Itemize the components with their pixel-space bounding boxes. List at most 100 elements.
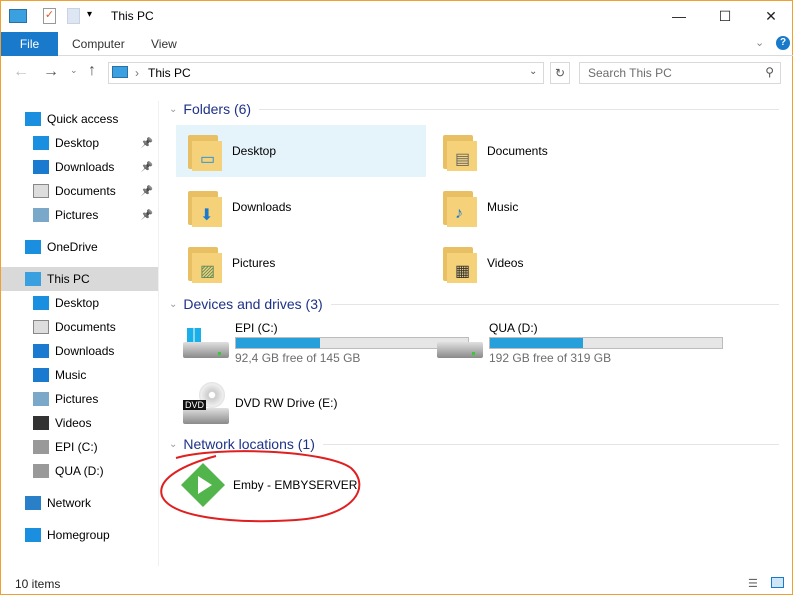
star-icon bbox=[25, 112, 41, 126]
desktop-icon bbox=[33, 136, 49, 150]
desktop-icon bbox=[33, 296, 49, 310]
sidebar-item[interactable]: This PC bbox=[1, 267, 158, 291]
breadcrumb-separator-icon: › bbox=[135, 66, 139, 80]
pin-icon[interactable]: 📌 bbox=[141, 186, 153, 197]
folder-tile[interactable]: ▨ Pictures bbox=[176, 237, 426, 289]
folder-tile[interactable]: ▦ Videos bbox=[431, 237, 681, 289]
address-bar[interactable]: › This PC ⌄ bbox=[108, 62, 544, 84]
up-button[interactable]: ↑ bbox=[88, 62, 96, 80]
drive-name: DVD RW Drive (E:) bbox=[235, 396, 338, 410]
cloud-icon bbox=[25, 240, 41, 254]
chevron-down-icon: ⌄ bbox=[169, 103, 178, 115]
close-button[interactable]: ✕ bbox=[748, 1, 793, 31]
sidebar-item[interactable]: Desktop bbox=[1, 291, 158, 315]
computer-icon bbox=[9, 9, 27, 23]
breadcrumb-this-pc[interactable]: This PC bbox=[148, 66, 191, 80]
tab-computer[interactable]: Computer bbox=[58, 32, 139, 56]
sidebar-item[interactable]: Downloads bbox=[1, 339, 158, 363]
network-icon bbox=[25, 496, 41, 510]
search-input[interactable]: Search This PC ⚲ bbox=[579, 62, 781, 84]
sidebar-item[interactable]: QUA (D:) bbox=[1, 459, 158, 483]
details-view-icon[interactable]: ☰ bbox=[748, 577, 758, 590]
sidebar-item-label: Network bbox=[47, 496, 92, 510]
drive-d[interactable]: QUA (D:) 192 GB free of 319 GB bbox=[431, 321, 723, 365]
maximize-button[interactable]: ☐ bbox=[702, 1, 748, 31]
folder-tile[interactable]: ⬇ Downloads bbox=[176, 181, 426, 233]
homegroup-icon bbox=[25, 528, 41, 542]
folder-tile[interactable]: ▭ Desktop bbox=[176, 125, 426, 177]
folder-tile[interactable]: ♪ Music bbox=[431, 181, 681, 233]
title-bar: ✓ ▾ This PC — ☐ ✕ bbox=[1, 1, 793, 32]
sidebar-item-label: Desktop bbox=[55, 296, 100, 310]
group-header-folders[interactable]: ⌄ Folders (6) bbox=[169, 101, 779, 117]
sidebar-item-label: EPI (C:) bbox=[55, 440, 98, 454]
sidebar-item[interactable]: Desktop 📌 bbox=[1, 131, 158, 155]
refresh-button[interactable]: ↻ bbox=[550, 62, 570, 84]
sidebar-item-label: Desktop bbox=[55, 136, 100, 150]
sidebar-item-label: Pictures bbox=[55, 208, 99, 222]
pin-icon[interactable]: 📌 bbox=[141, 138, 153, 149]
sidebar-item[interactable]: OneDrive bbox=[1, 235, 158, 259]
search-placeholder: Search This PC bbox=[588, 66, 672, 80]
sidebar-item[interactable]: Documents 📌 bbox=[1, 179, 158, 203]
help-icon[interactable]: ? bbox=[776, 36, 790, 50]
folder-desktop-icon: ▭ bbox=[186, 131, 224, 171]
group-title: Folders (6) bbox=[183, 101, 252, 117]
chevron-down-icon: ⌄ bbox=[169, 298, 178, 310]
video-icon bbox=[33, 416, 49, 430]
sidebar-item[interactable]: Downloads 📌 bbox=[1, 155, 158, 179]
customize-toolbar-icon[interactable]: ▾ bbox=[87, 9, 92, 20]
search-icon[interactable]: ⚲ bbox=[765, 65, 774, 79]
sidebar-item-label: Downloads bbox=[55, 160, 115, 174]
drive-c[interactable]: EPI (C:) 92,4 GB free of 145 GB bbox=[177, 321, 469, 365]
sidebar-item[interactable]: Quick access bbox=[1, 107, 158, 131]
sidebar-item[interactable]: EPI (C:) bbox=[1, 435, 158, 459]
status-item-count: 10 items bbox=[15, 577, 61, 591]
dvd-drive-icon: DVD bbox=[183, 382, 229, 424]
recent-locations-icon[interactable]: ⌄ bbox=[70, 65, 78, 76]
address-dropdown-icon[interactable]: ⌄ bbox=[529, 66, 537, 77]
expand-ribbon-icon[interactable]: ⌄ bbox=[755, 36, 764, 49]
folder-tile[interactable]: ▤ Documents bbox=[431, 125, 681, 177]
sidebar-item-label: Documents bbox=[55, 320, 116, 334]
window-title: This PC bbox=[111, 9, 154, 23]
properties-icon[interactable]: ✓ bbox=[43, 8, 56, 24]
drive-usage-bar bbox=[489, 337, 723, 349]
sidebar-item[interactable]: Homegroup bbox=[1, 523, 158, 547]
sidebar-item-label: Downloads bbox=[55, 344, 115, 358]
folder-video-icon: ▦ bbox=[441, 243, 479, 283]
navigation-pane: Quick access Desktop 📌 Downloads 📌 Documents 📌… bbox=[1, 101, 159, 566]
sidebar-item[interactable]: Documents bbox=[1, 315, 158, 339]
sidebar-item-label: Pictures bbox=[55, 392, 99, 406]
sidebar-item-label: Homegroup bbox=[47, 528, 110, 542]
sidebar-item[interactable]: Pictures 📌 bbox=[1, 203, 158, 227]
sidebar-item-label: QUA (D:) bbox=[55, 464, 104, 478]
tab-file[interactable]: File bbox=[1, 32, 58, 56]
sidebar-item[interactable]: Videos bbox=[1, 411, 158, 435]
tab-view[interactable]: View bbox=[137, 32, 191, 56]
folder-picture-icon: ▨ bbox=[186, 243, 224, 283]
sidebar-item[interactable]: Network bbox=[1, 491, 158, 515]
large-icons-view-icon[interactable] bbox=[771, 577, 784, 588]
folder-download-icon: ⬇ bbox=[186, 187, 224, 227]
group-header-devices[interactable]: ⌄ Devices and drives (3) bbox=[169, 296, 779, 312]
sidebar-item[interactable]: Pictures bbox=[1, 387, 158, 411]
drive-e[interactable]: DVD DVD RW Drive (E:) bbox=[177, 381, 337, 425]
sidebar-item[interactable]: Music bbox=[1, 363, 158, 387]
folder-name: Pictures bbox=[232, 256, 276, 270]
forward-button[interactable]: → bbox=[43, 63, 59, 81]
music-icon bbox=[33, 368, 49, 382]
sidebar-item-label: Videos bbox=[55, 416, 92, 430]
minimize-button[interactable]: — bbox=[656, 1, 702, 31]
windows-drive-icon bbox=[183, 328, 229, 358]
drive-free-space: 192 GB free of 319 GB bbox=[489, 351, 612, 365]
back-button[interactable]: ← bbox=[13, 63, 29, 81]
pin-icon[interactable]: 📌 bbox=[141, 162, 153, 173]
pin-icon[interactable]: 📌 bbox=[141, 210, 153, 221]
sidebar-item-label: Documents bbox=[55, 184, 116, 198]
folder-name: Downloads bbox=[232, 200, 292, 214]
sidebar-item-label: Quick access bbox=[47, 112, 119, 126]
folder-music-icon: ♪ bbox=[441, 187, 479, 227]
new-folder-icon[interactable] bbox=[67, 8, 80, 24]
computer-icon bbox=[112, 66, 128, 78]
